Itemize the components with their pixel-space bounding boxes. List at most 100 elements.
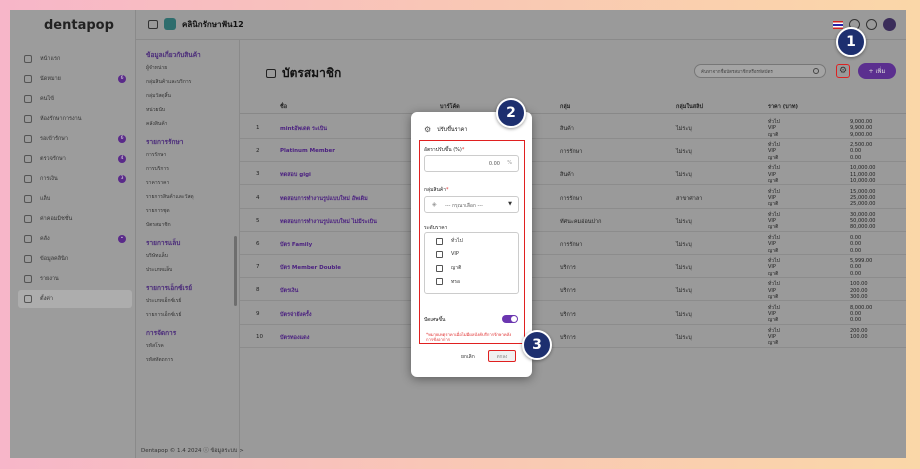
modal-title: ⚙ ปรับขึ้นราคา xyxy=(424,125,467,134)
lab-icon xyxy=(24,195,32,203)
price-settings-button[interactable]: ⚙ xyxy=(836,64,850,78)
avatar[interactable] xyxy=(883,18,896,31)
group-label-text: กลุ่มสินค้า xyxy=(424,187,447,193)
sidebar-item-4[interactable]: รอเข้ารักษา 6 xyxy=(18,130,132,148)
table-row[interactable]: 7 บัตร Member Double บริการ ไม่ระบุ ทั่วไป VI… xyxy=(240,255,906,279)
step-marker-3: 3 xyxy=(522,330,552,360)
sidebar-item-7[interactable]: แล็บ xyxy=(18,190,132,208)
row-number: 9 xyxy=(256,310,260,317)
table-row[interactable]: 8 บัตรเงิน บริการ ไม่ระบุ ทั่วไป VIP ญาติ 100.0… xyxy=(240,278,906,302)
sidebar-item-12[interactable]: ตั้งค่า xyxy=(18,290,132,308)
table-row[interactable]: 10 บัตรทองแดง บริการ ไม่ระบุ ทั่วไป VIP ญาติ 20… xyxy=(240,325,906,348)
submenu-item[interactable]: กลุ่มสินค้าและบริการ xyxy=(146,78,239,85)
group-select[interactable]: ◈ --- กรุณาเลือก --- ▼ xyxy=(424,196,519,213)
submenu-item[interactable]: รายการชุด xyxy=(146,207,239,214)
row-number: 2 xyxy=(256,148,260,155)
tier-option[interactable]: ญาติ xyxy=(436,264,461,272)
sidebar-item-2[interactable]: คนไข้ xyxy=(18,90,132,108)
page-icon xyxy=(266,69,276,78)
round-up-label: ปัดเศษขึ้น xyxy=(424,317,446,323)
submenu-item[interactable]: ผู้จำหน่าย xyxy=(146,64,239,71)
row-tiers: ทั่วไป VIP ญาติ xyxy=(768,281,780,300)
submenu-item[interactable]: หน่วยนับ xyxy=(146,106,239,113)
tier-checkbox[interactable] xyxy=(436,250,443,258)
row-number: 7 xyxy=(256,264,260,271)
table-row[interactable]: 4 ทดสอบการทำงานรูปแบบใหม่ อัพเดิม การรักษา… xyxy=(240,186,906,209)
submenu-item[interactable]: ประเภทแล็บ xyxy=(146,266,239,273)
submenu-item[interactable]: บัตรสมาชิก xyxy=(146,221,239,228)
submenu-item[interactable]: กลุ่มวัสดุสิ้น xyxy=(146,92,239,99)
tier-option[interactable]: ทรอ xyxy=(436,278,460,286)
row-prices: 9,000.00 9,900.00 9,000.00 xyxy=(850,119,872,138)
row-price: 0.00 xyxy=(850,154,862,161)
table-row[interactable]: 3 ทดสอบ gigi สินค้า ไม่ระบุ ทั่วไป VIP ญาติ 10,… xyxy=(240,162,906,186)
row-name[interactable]: ทดสอบ gigi xyxy=(280,171,311,179)
tier-option[interactable]: VIP xyxy=(436,250,459,258)
tier-option[interactable]: ทั่วไป xyxy=(436,237,463,245)
sidebar-item-1[interactable]: นัดหมาย 6 xyxy=(18,70,132,88)
percent-input[interactable]: 0.00 % xyxy=(424,155,519,172)
sidebar-item-11[interactable]: รายงาน xyxy=(18,270,132,288)
row-name[interactable]: ทดสอบการทำงานรูปแบบใหม่ ไม่มีระเบิน xyxy=(280,218,377,226)
row-price: 0.00 xyxy=(850,270,862,277)
sidebar-item-9[interactable]: คลัง • xyxy=(18,230,132,248)
submenu-item[interactable]: รหัสโรค xyxy=(146,342,239,349)
sidebar-item-3[interactable]: ห้องรักษาการงาน xyxy=(18,110,132,128)
sidebar-item-5[interactable]: ตรวจรักษา 4 xyxy=(18,150,132,168)
submenu-item[interactable]: บริษัทแล็บ xyxy=(146,252,239,259)
patient-icon xyxy=(24,95,32,103)
confirm-button[interactable]: ตกลง xyxy=(488,350,516,362)
row-tier-label: ญาติ xyxy=(768,131,779,138)
table-row[interactable]: 2 Platinum Member การรักษา ไม่ระบุ ทั่วไป VIP… xyxy=(240,139,906,163)
sidebar-item-label: ตั้งค่า xyxy=(40,296,54,302)
sidebar-item-0[interactable]: หน้าแรก xyxy=(18,50,132,68)
row-tier-label: ญาติ xyxy=(768,154,779,161)
table-row[interactable]: 5 ทดสอบการทำงานรูปแบบใหม่ ไม่มีระเบิน ทัศน… xyxy=(240,209,906,232)
tier-checkbox[interactable] xyxy=(436,264,443,272)
percent-label-text: อัตราปรับขึ้น (%) xyxy=(424,147,462,153)
submenu-item[interactable]: รหัสหัตถการ xyxy=(146,356,239,363)
sidebar-item-8[interactable]: ค่าคอมมิชชั่น xyxy=(18,210,132,228)
tier-checkbox[interactable] xyxy=(436,278,443,285)
row-name[interactable]: ทดสอบการทำงานรูปแบบใหม่ อัพเดิม xyxy=(280,195,368,203)
language-flag-icon[interactable] xyxy=(833,20,843,29)
row-name[interactable]: บัตรทองแดง xyxy=(280,334,309,342)
row-name[interactable]: บัตรจ่ายังครั้ง xyxy=(280,311,312,319)
table-row[interactable]: 9 บัตรจ่ายังครั้ง บริการ ไม่ระบุ ทั่วไป VIP ญา… xyxy=(240,302,906,325)
cancel-button[interactable]: ยกเลิก xyxy=(461,353,475,361)
submenu-item[interactable]: ราคาราคา xyxy=(146,179,239,186)
submenu-item[interactable]: ประเภทเอ็กซ์เรย์ xyxy=(146,297,239,304)
row-group: ทัศนะคมอ่อนปาก xyxy=(560,218,602,225)
row-name[interactable]: บัตรเงิน xyxy=(280,287,298,295)
row-slip-group: ไม่ระบุ xyxy=(676,288,692,295)
table-header: ชื่อ บาร์โค้ด กลุ่ม กลุ่มในสลิป ราคา (บา… xyxy=(240,98,906,114)
sidebar-item-6[interactable]: การเงิน 3 xyxy=(18,170,132,188)
submenu-item[interactable]: คลังสินค้า xyxy=(146,120,239,127)
row-name[interactable]: mintอัพเดต ระเบิน xyxy=(280,125,327,133)
table-row[interactable]: 1 mintอัพเดต ระเบิน สินค้า ไม่ระบุ ทั่วไป VIP… xyxy=(240,116,906,139)
search-input[interactable]: ค้นหาจากชื่อบัตรสมาชิกหรือรหัสบัตร xyxy=(694,64,826,78)
sidebar-item-10[interactable]: ข้อมูลคลินิก xyxy=(18,250,132,268)
row-name[interactable]: บัตร Family xyxy=(280,241,312,249)
notification-icon[interactable] xyxy=(866,19,877,30)
submenu-item[interactable]: การรักษา xyxy=(146,151,239,158)
submenu-item[interactable]: การบริการ xyxy=(146,165,239,172)
search-icon xyxy=(813,68,819,74)
submenu-item[interactable]: รายการเอ็กซ์เรย์ xyxy=(146,311,239,318)
row-price: 10,000.00 xyxy=(850,165,876,172)
tier-checkbox[interactable] xyxy=(436,237,443,245)
panel-toggle-icon[interactable] xyxy=(148,20,158,29)
clinic-name[interactable]: คลินิกรักษาฟัน12 xyxy=(182,18,244,31)
tier-list: ทั่วไป VIP ญาติทรอ xyxy=(424,232,519,294)
row-group: สินค้า xyxy=(560,126,574,132)
row-name[interactable]: Platinum Member xyxy=(280,148,335,154)
submenu-item[interactable]: รายการสินค้าและวัสดุ xyxy=(146,193,239,200)
submenu-scrollbar[interactable] xyxy=(234,236,237,306)
row-prices: 30,000.00 50,000.00 80,000.00 xyxy=(850,212,875,231)
table-row[interactable]: 6 บัตร Family การรักษา ไม่ระบุ ทั่วไป VIP ญาติ… xyxy=(240,232,906,255)
round-up-toggle[interactable] xyxy=(502,315,518,323)
add-button[interactable]: + เพิ่ม xyxy=(858,63,896,79)
gear-icon: ⚙ xyxy=(424,125,432,134)
row-tier-label: ญาติ xyxy=(768,201,779,208)
row-name[interactable]: บัตร Member Double xyxy=(280,264,341,272)
